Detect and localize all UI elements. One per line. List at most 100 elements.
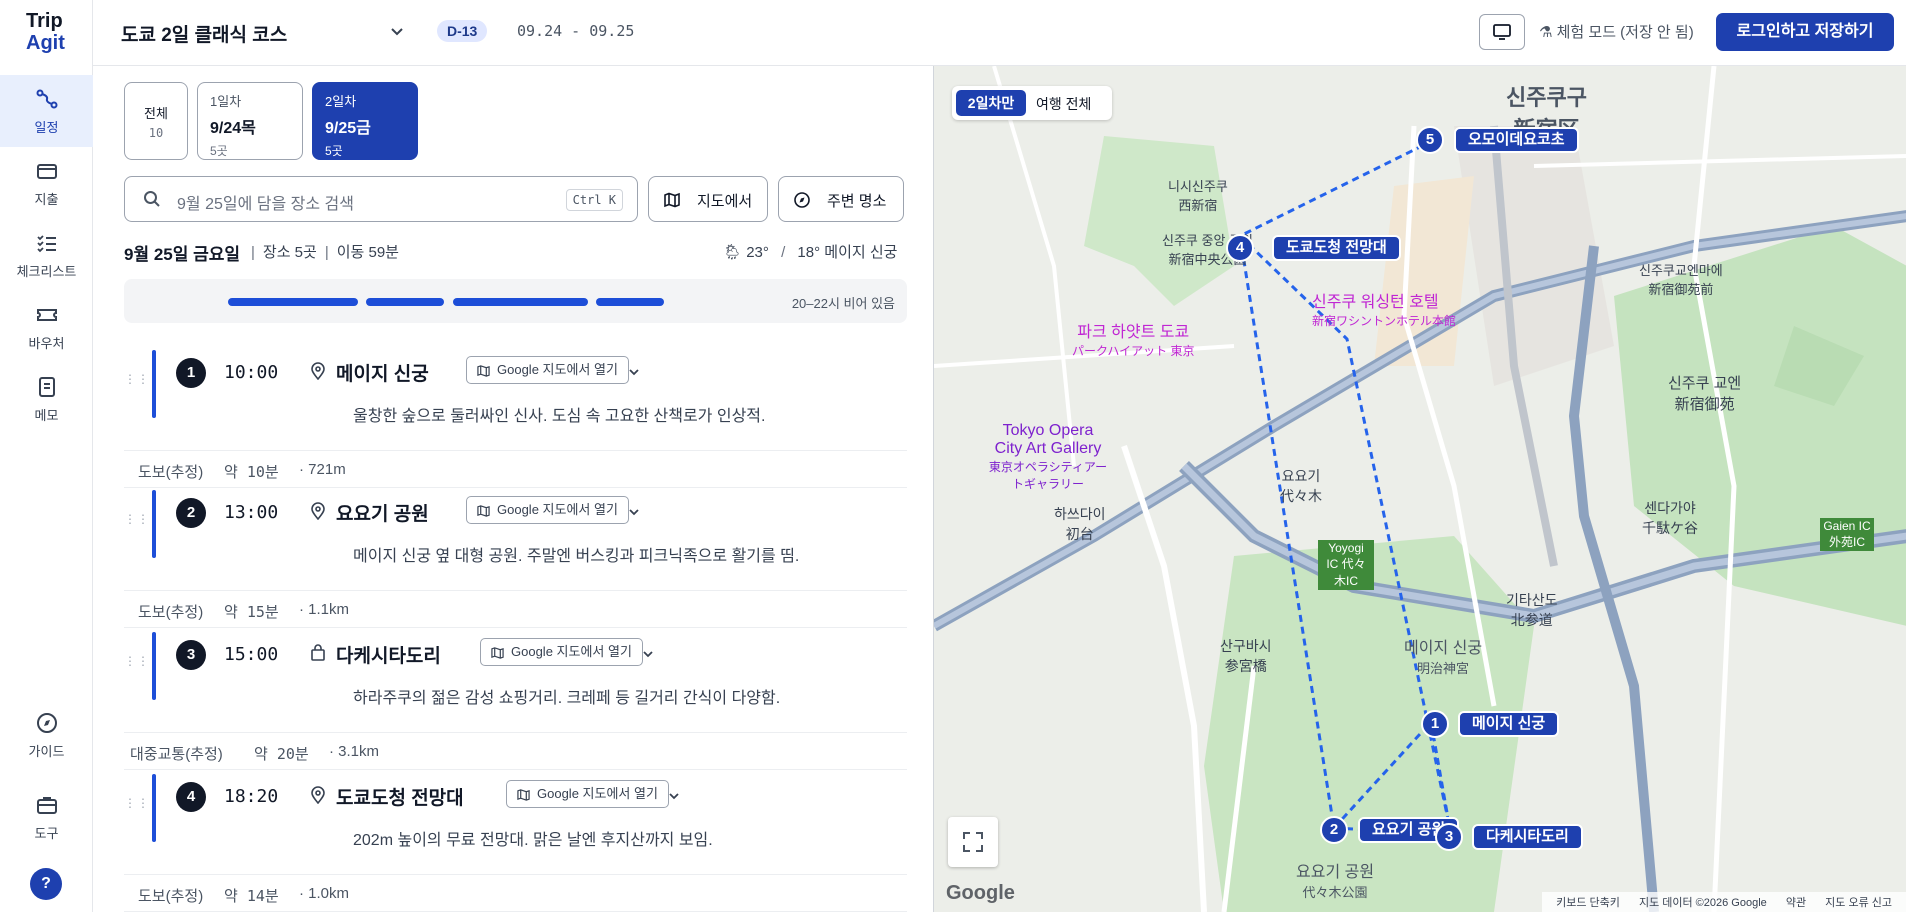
find-on-map-button[interactable]: 지도에서 [648, 176, 768, 222]
display-mode-button[interactable] [1479, 14, 1525, 50]
search-icon [144, 191, 160, 207]
open-google-maps-button[interactable]: Google 지도에서 열기 [466, 356, 629, 384]
attribution-terms[interactable]: 약관 [1786, 897, 1806, 909]
map-marker[interactable]: 4 [1226, 234, 1254, 262]
map-marker[interactable]: 1 [1421, 710, 1449, 738]
stop-name[interactable]: 다케시타도리 [336, 641, 441, 668]
logo-agit: Agit [26, 32, 65, 54]
stop-card[interactable]: ⋮⋮ 1 10:00 메이지 신궁 Google 지도에서 열기 울창한 숲으로… [124, 340, 907, 450]
timeline-block[interactable] [596, 298, 664, 306]
sidebar-item-label: 메모 [34, 408, 59, 423]
nearby-attractions-button[interactable]: 주변 명소 [778, 176, 904, 222]
sidebar-item-voucher[interactable]: 바우처 [0, 291, 93, 363]
open-google-maps-button[interactable]: Google 지도에서 열기 [506, 780, 669, 808]
map-label-text: 新宿ワシントンホテル本館 [1312, 314, 1457, 328]
map-poi-opera-city[interactable]: Tokyo Opera City Art Gallery 東京オペラシティアート… [988, 422, 1108, 492]
stop-name[interactable]: 도쿄도청 전망대 [336, 783, 464, 810]
chevron-down-icon[interactable] [627, 365, 641, 379]
place-search-input[interactable]: 9월 25일에 담을 장소 검색 Ctrl K [124, 176, 638, 222]
chevron-down-icon[interactable] [667, 789, 681, 803]
chevron-down-icon[interactable] [389, 23, 405, 39]
login-save-button[interactable]: 로그인하고 저장하기 [1716, 13, 1894, 51]
help-button[interactable]: ? [30, 868, 62, 900]
expand-icon [963, 832, 983, 852]
drag-handle-icon[interactable]: ⋮⋮ [124, 796, 150, 810]
open-google-maps-button[interactable]: Google 지도에서 열기 [480, 638, 643, 666]
map-marker-label[interactable]: 오모이데요코초 [1454, 127, 1579, 153]
map-label-text: 신주쿠 워싱턴 호텔 [1312, 294, 1439, 311]
route-map[interactable]: 2일차만 여행 전체 신주쿠구 新宿区 니시신주쿠 西新宿 신주쿠 중앙 공원 … [933, 66, 1906, 912]
drag-handle-icon[interactable]: ⋮⋮ [124, 512, 150, 526]
map-marker[interactable]: 5 [1416, 126, 1444, 154]
timeline-block[interactable] [453, 298, 588, 306]
sidebar-item-memo[interactable]: 메모 [0, 363, 93, 435]
stop-accent-bar [152, 632, 156, 700]
day-timeline[interactable]: 20–22시 비어 있음 [124, 279, 907, 323]
chevron-down-icon[interactable] [641, 647, 655, 661]
map-toggle-day[interactable]: 2일차만 [956, 90, 1026, 116]
map-marker[interactable]: 2 [1320, 816, 1348, 844]
stop-time[interactable]: 15:00 [224, 644, 278, 665]
map-marker-label[interactable]: 메이지 신궁 [1458, 711, 1560, 737]
logo-trip: Trip [26, 10, 63, 32]
map-label-nishi-shinjuku: 니시신주쿠 西新宿 [1168, 176, 1228, 214]
map-poi-washington-hotel[interactable]: 신주쿠 워싱턴 호텔 新宿ワシントンホテル本館 [1312, 288, 1472, 329]
travel-leg: 도보(추정) 약 14분 · 1.0km [124, 874, 907, 912]
briefcase-icon [36, 797, 57, 814]
wallet-icon [36, 164, 57, 179]
leg-mode: 대중교통(추정) [130, 746, 223, 763]
stop-time[interactable]: 13:00 [224, 502, 278, 523]
open-google-maps-label: Google 지도에서 열기 [511, 644, 632, 659]
pin-icon [311, 786, 325, 804]
map-label-gyoenmae: 신주쿠교엔마에 新宿御苑前 [1639, 260, 1723, 298]
map-scope-toggle[interactable]: 2일차만 여행 전체 [952, 86, 1112, 120]
drag-handle-icon[interactable]: ⋮⋮ [124, 654, 150, 668]
drag-handle-icon[interactable]: ⋮⋮ [124, 372, 150, 386]
dday-badge: D-13 [437, 20, 488, 42]
timeline-block[interactable] [366, 298, 444, 306]
stop-time[interactable]: 10:00 [224, 362, 278, 383]
trip-dates: 09.24 - 09.25 [517, 22, 635, 40]
stop-name[interactable]: 요요기 공원 [336, 499, 429, 526]
sidebar-item-label: 지출 [34, 192, 59, 207]
map-toggle-all[interactable]: 여행 전체 [1036, 94, 1091, 114]
sidebar-item-tools[interactable]: 도구 [0, 781, 93, 853]
tab-all-days[interactable]: 전체 10 [124, 82, 188, 160]
leg-duration: 약 10분 [224, 463, 279, 481]
stop-name[interactable]: 메이지 신궁 [336, 359, 429, 386]
fullscreen-button[interactable] [948, 817, 998, 867]
map-label-text: 파크 하얏트 도쿄 [1077, 324, 1190, 341]
stop-card[interactable]: ⋮⋮ 4 18:20 도쿄도청 전망대 Google 지도에서 열기 202m … [124, 764, 907, 874]
temp-high: 23° [746, 244, 769, 261]
tab-day-1[interactable]: 1일차 9/24목 5곳 [197, 82, 303, 160]
timeline-block[interactable] [228, 298, 358, 306]
tab-count: 10 [148, 126, 164, 140]
sidebar-item-checklist[interactable]: 체크리스트 [0, 219, 93, 291]
map-marker-label[interactable]: 다케시타도리 [1472, 824, 1583, 850]
open-google-maps-button[interactable]: Google 지도에서 열기 [466, 496, 629, 524]
app-logo[interactable]: Trip Agit [26, 10, 65, 54]
chevron-down-icon[interactable] [627, 505, 641, 519]
map-label-text: 代々木 [1280, 488, 1322, 504]
map-poi-park-hyatt[interactable]: 파크 하얏트 도쿄 パークハイアット 東京 [1072, 318, 1195, 359]
tab-label: 2일차 [325, 94, 357, 109]
memo-icon [38, 377, 55, 397]
map-label-sendagaya: 센다가야 千駄ケ谷 [1642, 498, 1698, 538]
stop-card[interactable]: ⋮⋮ 2 13:00 요요기 공원 Google 지도에서 열기 메이지 신궁 … [124, 480, 907, 590]
tab-day-2[interactable]: 2일차 9/25금 5곳 [312, 82, 418, 160]
sidebar-item-label: 가이드 [28, 744, 65, 759]
map-label-text: 千駄ケ谷 [1642, 520, 1698, 536]
trip-title[interactable]: 도쿄 2일 클래식 코스 [121, 20, 287, 47]
sidebar-item-schedule[interactable]: 일정 [0, 75, 93, 147]
sidebar-item-guide[interactable]: 가이드 [0, 699, 93, 771]
attribution-report[interactable]: 지도 오류 신고 [1825, 897, 1892, 909]
map-label-text: 니시신주쿠 [1168, 179, 1228, 194]
attribution-shortcuts[interactable]: 키보드 단축키 [1556, 897, 1620, 909]
map-label-gaien-ic: Gaien IC 外苑IC [1820, 518, 1874, 551]
stop-card[interactable]: ⋮⋮ 3 15:00 다케시타도리 Google 지도에서 열기 하라주쿠의 젊… [124, 622, 907, 732]
map-marker[interactable]: 3 [1435, 823, 1463, 851]
sidebar-item-expense[interactable]: 지출 [0, 147, 93, 219]
map-marker-label[interactable]: 도쿄도청 전망대 [1272, 235, 1401, 261]
stop-time[interactable]: 18:20 [224, 786, 278, 807]
checklist-icon [36, 235, 56, 253]
